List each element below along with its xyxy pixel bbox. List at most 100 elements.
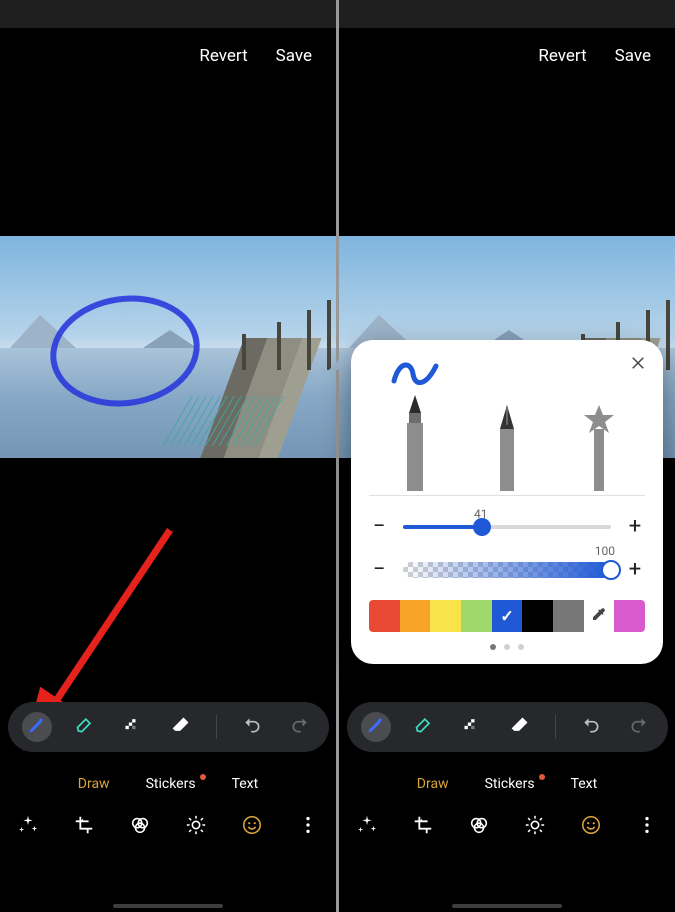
pen-tool-button[interactable] — [361, 712, 391, 742]
editor-toolbar-area: Draw Stickers Text — [0, 702, 336, 912]
marker-tool-button[interactable] — [409, 712, 439, 742]
sparkle-icon — [356, 814, 378, 840]
tab-draw[interactable]: Draw — [417, 776, 449, 792]
more-options-button[interactable] — [295, 814, 321, 840]
size-increase-button[interactable]: + — [625, 514, 645, 539]
color-palette — [369, 600, 645, 632]
color-swatch-eyedropper[interactable] — [584, 600, 615, 632]
close-icon — [629, 357, 647, 376]
editor-bottom-bar — [15, 814, 321, 840]
pen-type-fountain[interactable] — [486, 405, 528, 491]
filters-icon — [129, 814, 151, 840]
color-swatch-black[interactable] — [522, 600, 553, 632]
draw-tools-pill — [8, 702, 329, 752]
more-vertical-icon — [636, 814, 658, 840]
opacity-track[interactable]: 100 — [403, 562, 611, 578]
stickers-badge — [200, 774, 206, 780]
adjust-button[interactable] — [522, 814, 548, 840]
size-decrease-button[interactable]: − — [369, 514, 389, 539]
mosaic-tool-button[interactable] — [457, 712, 487, 742]
redo-button[interactable] — [624, 712, 654, 742]
marker-icon — [75, 715, 95, 739]
stroke-size-slider[interactable]: − 41 + — [369, 514, 645, 539]
undo-icon — [581, 715, 601, 739]
color-swatch-gray[interactable] — [553, 600, 584, 632]
crop-rotate-button[interactable] — [71, 814, 97, 840]
tab-draw[interactable]: Draw — [78, 776, 110, 792]
crop-icon — [73, 814, 95, 840]
undo-icon — [242, 715, 262, 739]
smiley-icon — [580, 814, 602, 840]
size-track[interactable]: 41 — [403, 525, 611, 529]
pen-settings-popup: − 41 + − 100 + — [351, 340, 663, 664]
opacity-slider[interactable]: − 100 + — [369, 557, 645, 582]
color-swatch-green[interactable] — [461, 600, 492, 632]
pen-type-glitter[interactable] — [578, 405, 620, 491]
minus-icon: − — [373, 557, 386, 582]
mosaic-icon — [123, 715, 143, 739]
pager-dot[interactable] — [490, 644, 496, 650]
pencil-icon — [27, 715, 47, 739]
photo-trees — [186, 290, 336, 370]
mosaic-tool-button[interactable] — [118, 712, 148, 742]
color-swatch-magenta[interactable] — [614, 600, 645, 632]
crop-rotate-button[interactable] — [410, 814, 436, 840]
mosaic-icon — [462, 715, 482, 739]
editor-mode-tabs: Draw Stickers Text — [417, 776, 597, 792]
plus-icon: + — [629, 514, 641, 539]
editor-mode-tabs: Draw Stickers Text — [78, 776, 258, 792]
image-canvas[interactable] — [0, 236, 336, 458]
toolbar-divider — [555, 715, 556, 739]
opacity-thumb[interactable] — [601, 560, 621, 580]
pencil-icon — [366, 715, 386, 739]
pen-type-ballpoint[interactable] — [394, 395, 436, 491]
eraser-tool-button[interactable] — [166, 712, 196, 742]
adjust-button[interactable] — [183, 814, 209, 840]
redo-button[interactable] — [285, 712, 315, 742]
editor-toolbar-area: Draw Stickers Text — [339, 702, 675, 912]
color-swatch-red[interactable] — [369, 600, 400, 632]
popup-close-button[interactable] — [629, 354, 647, 376]
auto-enhance-button[interactable] — [354, 814, 380, 840]
undo-button[interactable] — [576, 712, 606, 742]
decorations-button[interactable] — [239, 814, 265, 840]
opacity-decrease-button[interactable]: − — [369, 557, 389, 582]
status-bar — [339, 0, 675, 28]
stickers-badge — [539, 774, 545, 780]
tab-text[interactable]: Text — [232, 776, 259, 792]
save-button[interactable]: Save — [615, 46, 651, 66]
color-swatch-orange[interactable] — [400, 600, 431, 632]
marker-icon — [414, 715, 434, 739]
filters-button[interactable] — [466, 814, 492, 840]
decorations-button[interactable] — [578, 814, 604, 840]
pen-tool-button[interactable] — [22, 712, 52, 742]
pager-dot[interactable] — [518, 644, 524, 650]
eraser-icon — [171, 715, 191, 739]
color-swatch-blue[interactable] — [492, 600, 523, 632]
redo-icon — [290, 715, 310, 739]
size-thumb[interactable] — [473, 518, 491, 536]
tab-stickers[interactable]: Stickers — [485, 776, 535, 792]
tab-text[interactable]: Text — [571, 776, 598, 792]
minus-icon: − — [373, 514, 386, 539]
screen-draw-editor: Revert Save — [0, 0, 336, 912]
eraser-tool-button[interactable] — [505, 712, 535, 742]
tab-stickers[interactable]: Stickers — [146, 776, 196, 792]
marker-tool-button[interactable] — [70, 712, 100, 742]
opacity-increase-button[interactable]: + — [625, 557, 645, 582]
revert-button[interactable]: Revert — [538, 46, 586, 66]
smiley-icon — [241, 814, 263, 840]
eraser-icon — [510, 715, 530, 739]
home-indicator — [113, 904, 223, 908]
brightness-icon — [524, 814, 546, 840]
revert-button[interactable]: Revert — [199, 46, 247, 66]
pager-dot[interactable] — [504, 644, 510, 650]
filters-button[interactable] — [127, 814, 153, 840]
save-button[interactable]: Save — [276, 46, 312, 66]
undo-button[interactable] — [237, 712, 267, 742]
redo-icon — [629, 715, 649, 739]
color-swatch-yellow[interactable] — [430, 600, 461, 632]
more-vertical-icon — [297, 814, 319, 840]
more-options-button[interactable] — [634, 814, 660, 840]
auto-enhance-button[interactable] — [15, 814, 41, 840]
